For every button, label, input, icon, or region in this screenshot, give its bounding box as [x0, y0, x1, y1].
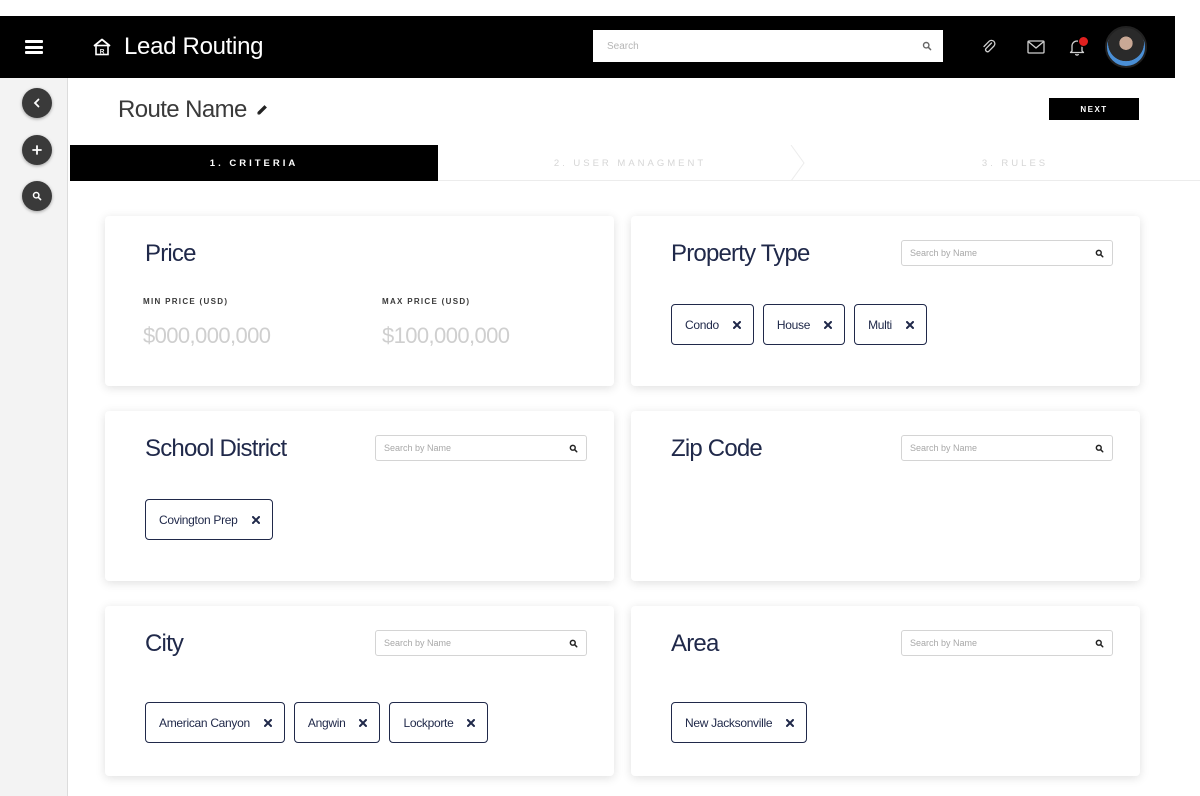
search-icon[interactable]: [1086, 444, 1112, 453]
chip-label: Condo: [685, 317, 719, 332]
search-icon[interactable]: [911, 41, 943, 51]
close-icon[interactable]: [251, 515, 260, 524]
zip-code-search: [901, 435, 1113, 461]
close-icon[interactable]: [905, 320, 914, 329]
step-criteria[interactable]: 1. CRITERIA: [70, 145, 438, 181]
avatar[interactable]: [1105, 26, 1147, 68]
chip-label: Multi: [868, 317, 892, 332]
chip: New Jacksonville: [671, 702, 808, 743]
search-icon[interactable]: [560, 639, 586, 648]
app-title-text: Lead Routing: [124, 33, 264, 60]
chip-label: New Jacksonville: [685, 715, 773, 730]
chip-label: Covington Prep: [159, 512, 238, 527]
min-price-label: MIN PRICE (USD): [143, 297, 229, 306]
svg-text:R: R: [100, 48, 105, 55]
area-search: [901, 630, 1113, 656]
area-search-input[interactable]: [902, 631, 1086, 655]
price-title: Price: [145, 240, 196, 267]
search-icon[interactable]: [560, 444, 586, 453]
search-icon: [32, 191, 42, 201]
min-price-input[interactable]: [143, 320, 343, 352]
global-search: [593, 30, 943, 62]
city-title: City: [145, 630, 184, 657]
close-icon[interactable]: [359, 718, 368, 727]
attach-button[interactable]: [974, 16, 1004, 78]
hamburger-menu-icon: [25, 40, 43, 54]
step-progress: 1. CRITERIA 2. USER MANAGMENT 3. RULES: [70, 145, 1200, 181]
paperclip-icon: [983, 39, 996, 53]
step-rules[interactable]: 3. RULES: [830, 145, 1200, 181]
city-card: City American Canyon Angwin Lockporte: [105, 606, 614, 776]
back-button[interactable]: [22, 88, 52, 118]
zip-code-search-input[interactable]: [902, 436, 1086, 460]
close-icon[interactable]: [824, 320, 833, 329]
zip-code-title: Zip Code: [671, 435, 763, 462]
mail-button[interactable]: [1021, 16, 1051, 78]
school-district-title: School District: [145, 435, 287, 462]
house-icon: R: [92, 38, 112, 56]
area-card: Area New Jacksonville: [631, 606, 1140, 776]
menu-button[interactable]: [0, 16, 68, 78]
left-rail: [0, 16, 68, 796]
next-button[interactable]: NEXT: [1049, 98, 1139, 120]
search-icon[interactable]: [1086, 639, 1112, 648]
max-price-label: MAX PRICE (USD): [382, 297, 471, 306]
property-type-search-input[interactable]: [902, 241, 1086, 265]
notification-badge: [1078, 36, 1089, 47]
app-title: R Lead Routing: [92, 16, 263, 78]
school-district-search: [375, 435, 587, 461]
school-district-chips: Covington Prep: [145, 499, 273, 540]
step-arrow: [422, 145, 438, 181]
property-type-card: Property Type Condo House Multi: [631, 216, 1140, 386]
pencil-icon[interactable]: [255, 103, 269, 117]
chip: Angwin: [293, 702, 381, 743]
chip-label: Angwin: [307, 715, 346, 730]
search-icon[interactable]: [1086, 249, 1112, 258]
chip-label: American Canyon: [159, 715, 250, 730]
area-chips: New Jacksonville: [671, 702, 808, 743]
chevron-left-icon: [33, 98, 40, 108]
step-user-management[interactable]: 2. USER MANAGMENT: [450, 145, 810, 181]
area-title: Area: [671, 630, 719, 657]
close-icon[interactable]: [263, 718, 272, 727]
chip: Condo: [671, 304, 754, 345]
chip: American Canyon: [145, 702, 285, 743]
close-icon[interactable]: [467, 718, 476, 727]
mail-icon: [1027, 40, 1045, 54]
step-divider-icon: [790, 145, 805, 181]
global-search-input[interactable]: [593, 30, 911, 62]
city-search: [375, 630, 587, 656]
school-district-card: School District Covington Prep: [105, 411, 614, 581]
top-bar: R Lead Routing: [68, 16, 1175, 78]
close-icon[interactable]: [732, 320, 741, 329]
chip: Multi: [854, 304, 927, 345]
chip-label: House: [776, 317, 811, 332]
zip-code-card: Zip Code: [631, 411, 1140, 581]
add-button[interactable]: [22, 135, 52, 165]
chip: Lockporte: [389, 702, 489, 743]
property-type-search: [901, 240, 1113, 266]
price-card: Price MIN PRICE (USD) MAX PRICE (USD): [105, 216, 614, 386]
city-chips: American Canyon Angwin Lockporte: [145, 702, 489, 743]
property-type-title: Property Type: [671, 240, 810, 267]
route-name: Route Name: [118, 96, 269, 124]
chip-label: Lockporte: [403, 715, 454, 730]
notifications-button[interactable]: [1062, 16, 1092, 78]
school-district-search-input[interactable]: [376, 436, 560, 460]
chip: House: [762, 304, 846, 345]
rail-search-button[interactable]: [22, 181, 52, 211]
property-type-chips: Condo House Multi: [671, 304, 927, 345]
max-price-input[interactable]: [382, 320, 582, 352]
plus-icon: [32, 145, 42, 155]
city-search-input[interactable]: [376, 631, 560, 655]
route-name-text: Route Name: [118, 96, 247, 123]
close-icon[interactable]: [786, 718, 795, 727]
chip: Covington Prep: [145, 499, 273, 540]
